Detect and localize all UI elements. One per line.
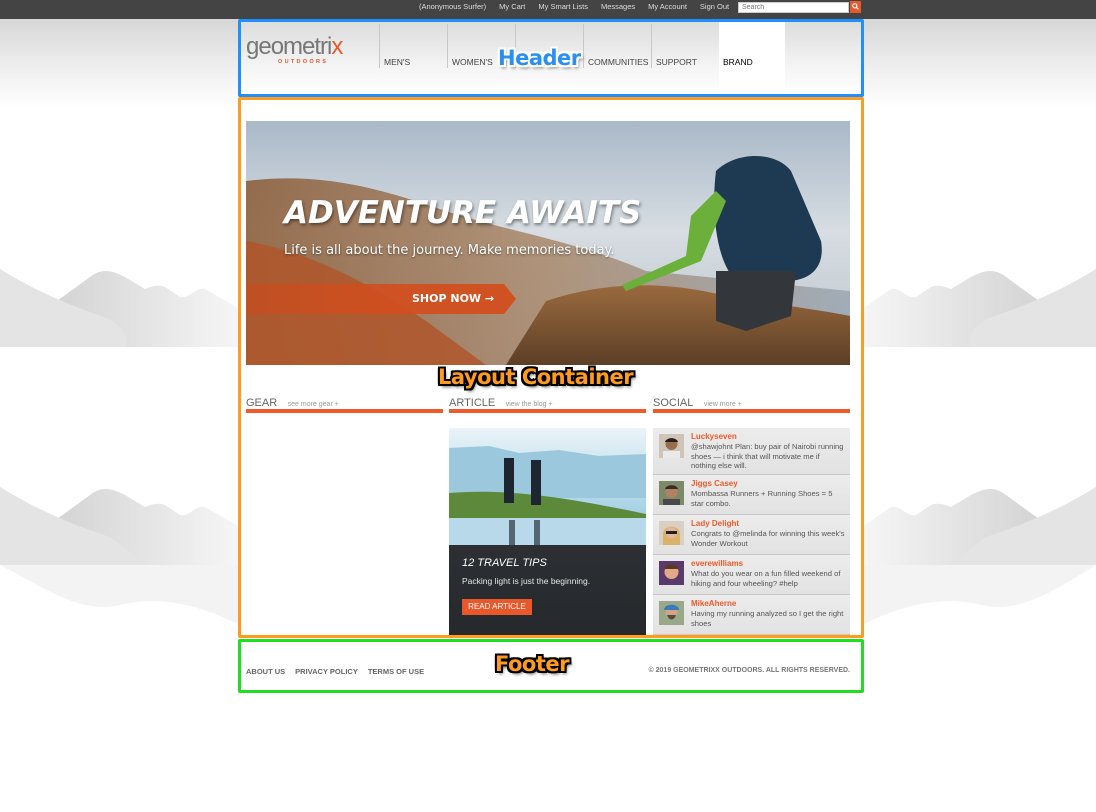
- social-post: Lady Delight Congrats to @melinda for wi…: [653, 515, 850, 555]
- about-us-link[interactable]: ABOUT US: [246, 667, 285, 676]
- logo-wordmark: geometri: [246, 33, 332, 60]
- avatar[interactable]: [659, 601, 684, 625]
- social-feed: Luckyseven @shawjohnt Plan: buy pair of …: [653, 428, 850, 635]
- avatar[interactable]: [659, 481, 684, 505]
- article-overlay: 12 TRAVEL TIPS Packing light is just the…: [449, 545, 646, 635]
- utility-links: (Anonymous Surfer) My Cart My Smart List…: [419, 2, 729, 11]
- search-button[interactable]: [850, 1, 861, 13]
- section-divider: [449, 409, 646, 413]
- article-image: [449, 428, 646, 546]
- logo-x: x: [331, 33, 343, 60]
- nav-brand[interactable]: BRAND: [719, 21, 785, 91]
- nav-communities[interactable]: COMMUNITIES: [583, 24, 651, 68]
- article-title-heading: ARTICLE: [449, 397, 496, 409]
- site-footer: ABOUT US PRIVACY POLICY TERMS OF USE © 2…: [241, 642, 861, 690]
- social-title: SOCIAL: [653, 397, 694, 409]
- my-smart-lists-link[interactable]: My Smart Lists: [538, 2, 588, 11]
- copyright-notice: © 2019 GEOMETRIXX OUTDOORS. ALL RIGHTS R…: [648, 667, 850, 674]
- see-more-gear-link[interactable]: see more gear +: [288, 401, 339, 408]
- sign-out-link[interactable]: Sign Out: [700, 2, 729, 11]
- social-message: Having my running analyzed so I get the …: [691, 609, 844, 628]
- shop-now-label: SHOP NOW →: [412, 292, 495, 305]
- social-username[interactable]: MikeAherne: [691, 599, 845, 609]
- view-more-social-link[interactable]: view more +: [704, 401, 742, 408]
- footer-links: ABOUT US PRIVACY POLICY TERMS OF USE: [246, 667, 424, 676]
- social-username[interactable]: Luckyseven: [691, 432, 845, 442]
- gear-section: GEAR see more gear +: [246, 393, 443, 413]
- hero-subtitle: Life is all about the journey. Make memo…: [284, 243, 615, 258]
- hero-banner: ADVENTURE AWAITS Life is all about the j…: [246, 121, 850, 365]
- nav-mens[interactable]: MEN'S: [379, 24, 447, 68]
- anonymous-surfer-link[interactable]: (Anonymous Surfer): [419, 2, 486, 11]
- social-section: SOCIAL view more +: [653, 393, 850, 413]
- nav-activities[interactable]: ACTIVITIES: [515, 24, 583, 68]
- read-article-button[interactable]: READ ARTICLE: [462, 599, 532, 615]
- hero-title: ADVENTURE AWAITS: [284, 195, 642, 231]
- view-blog-link[interactable]: view the blog +: [506, 401, 553, 408]
- social-username[interactable]: everewilliams: [691, 559, 845, 569]
- geometrixx-logo[interactable]: geometrix OUTDOORS: [246, 33, 343, 66]
- my-account-link[interactable]: My Account: [648, 2, 687, 11]
- social-post: MikeAherne Having my running analyzed so…: [653, 595, 850, 635]
- layout-container: ADVENTURE AWAITS Life is all about the j…: [241, 100, 861, 635]
- top-utility-bar: (Anonymous Surfer) My Cart My Smart List…: [0, 0, 1096, 19]
- social-post: everewilliams What do you wear on a fun …: [653, 555, 850, 595]
- main-nav: MEN'S WOMEN'S ACTIVITIES COMMUNITIES SUP…: [379, 21, 785, 91]
- article-section: ARTICLE view the blog +: [449, 393, 646, 413]
- article-card: 12 TRAVEL TIPS Packing light is just the…: [449, 428, 646, 635]
- site-header: geometrix OUTDOORS MEN'S WOMEN'S ACTIVIT…: [240, 21, 861, 94]
- section-divider: [246, 409, 443, 413]
- privacy-policy-link[interactable]: PRIVACY POLICY: [295, 667, 358, 676]
- gear-title: GEAR: [246, 397, 278, 409]
- search-input[interactable]: [738, 2, 849, 13]
- social-username[interactable]: Jiggs Casey: [691, 479, 845, 489]
- social-message: What do you wear on a fun filled weekend…: [691, 569, 841, 588]
- nav-womens[interactable]: WOMEN'S: [447, 24, 515, 68]
- avatar[interactable]: [659, 521, 684, 545]
- avatar[interactable]: [659, 561, 684, 585]
- search-icon: [852, 3, 859, 10]
- avatar[interactable]: [659, 434, 684, 458]
- terms-of-use-link[interactable]: TERMS OF USE: [368, 667, 424, 676]
- social-post: Jiggs Casey Mombassa Runners + Running S…: [653, 475, 850, 515]
- section-divider: [653, 409, 850, 413]
- social-message: Mombassa Runners + Running Shoes = 5 sta…: [691, 489, 833, 508]
- shop-now-button[interactable]: SHOP NOW →: [246, 284, 516, 314]
- article-summary: Packing light is just the beginning.: [462, 576, 591, 586]
- social-message: Congrats to @melinda for winning this we…: [691, 529, 845, 548]
- article-title: 12 TRAVEL TIPS: [462, 557, 547, 569]
- my-cart-link[interactable]: My Cart: [499, 2, 525, 11]
- social-message: @shawjohnt Plan: buy pair of Nairobi run…: [691, 442, 844, 470]
- social-username[interactable]: Lady Delight: [691, 519, 845, 529]
- nav-support[interactable]: SUPPORT: [651, 24, 719, 68]
- social-post: Luckyseven @shawjohnt Plan: buy pair of …: [653, 428, 850, 475]
- messages-link[interactable]: Messages: [601, 2, 635, 11]
